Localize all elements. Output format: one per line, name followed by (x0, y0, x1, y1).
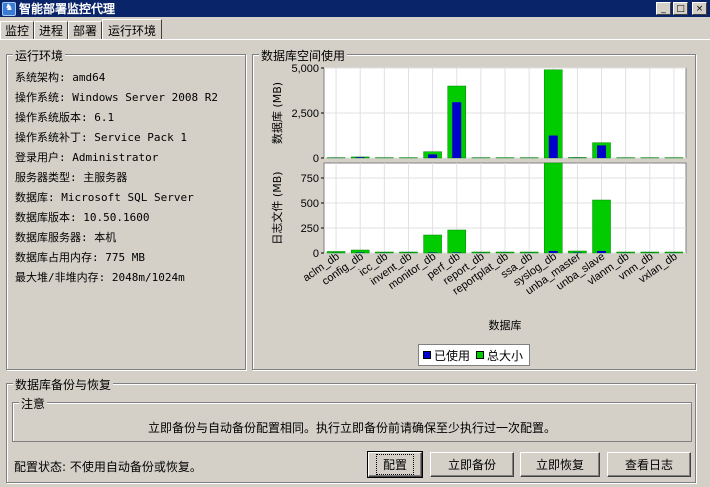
bar-used (597, 145, 607, 158)
note-box: 注意 立即备份与自动备份配置相同。执行立即备份前请确保至少执行过一次配置。 (12, 395, 692, 442)
bar-total (423, 234, 442, 254)
bar-used (355, 157, 365, 158)
legend-item-total: 总大小 (476, 347, 523, 364)
y-tick-label: 0 (313, 153, 319, 165)
legend-label-used: 已使用 (434, 348, 471, 363)
bar-total (544, 162, 563, 254)
y-tick-label: 0 (313, 248, 319, 260)
backup-now-button[interactable]: 立即备份 (430, 452, 514, 477)
configure-button-label: 配置 (375, 454, 414, 475)
note-text: 立即备份与自动备份配置相同。执行立即备份前请确保至少执行过一次配置。 (147, 421, 556, 435)
y-tick-label: 2,500 (291, 108, 319, 120)
legend-label-total: 总大小 (487, 348, 524, 363)
y-tick-label: 250 (301, 223, 319, 235)
view-log-button[interactable]: 查看日志 (607, 452, 691, 477)
bar-total (592, 199, 611, 254)
backup-group-title: 数据库备份与恢复 (13, 376, 114, 393)
legend-swatch-total (476, 351, 484, 359)
x-axis-label: 数据库 (489, 318, 522, 332)
chart-legend: 已使用 总大小 (418, 344, 530, 366)
bar-used (452, 102, 462, 158)
legend-item-used: 已使用 (423, 347, 470, 364)
legend-swatch-used (423, 351, 431, 359)
y-tick-label: 500 (301, 198, 319, 210)
y-tick-label: 5,000 (291, 63, 319, 75)
bar-used (548, 135, 558, 158)
bar-used (428, 154, 438, 158)
note-title: 注意 (19, 395, 48, 412)
y-axis-label: 数据库 (MB) (270, 82, 284, 144)
y-tick-label: 750 (301, 173, 319, 185)
bar-total (447, 229, 466, 254)
config-status: 配置状态: 不使用自动备份或恢复。 (14, 460, 202, 474)
restore-now-button[interactable]: 立即恢复 (520, 452, 600, 477)
y-axis-label: 日志文件 (MB) (270, 171, 284, 244)
configure-button[interactable]: 配置 (367, 451, 423, 478)
